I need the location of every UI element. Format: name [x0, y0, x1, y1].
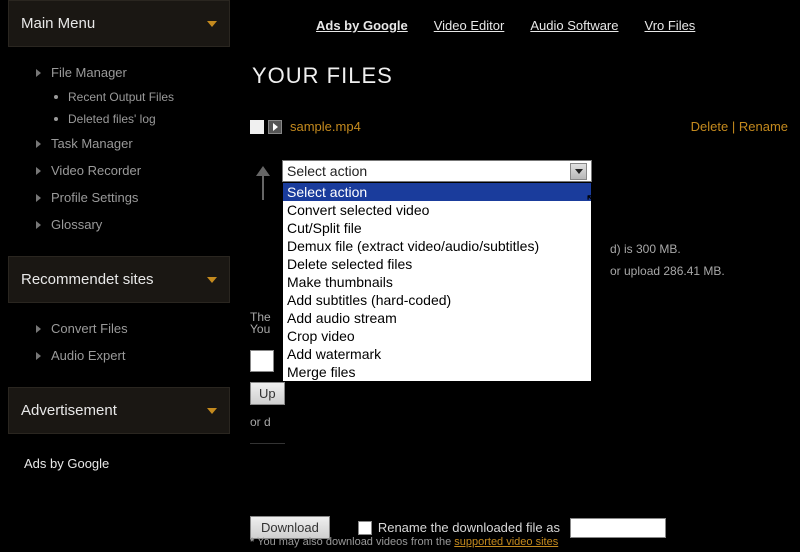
- file-actions: Delete | Rename: [691, 119, 788, 134]
- sidebar-item-video-recorder[interactable]: Video Recorder: [8, 157, 230, 184]
- sidebar-subitem-recent-output[interactable]: Recent Output Files: [8, 86, 230, 108]
- panel-advertisement[interactable]: Advertisement: [8, 387, 230, 434]
- action-dropdown: Select action Convert selected video Cut…: [282, 182, 592, 382]
- footnote: * You may also download videos from the …: [250, 536, 558, 548]
- sidebar-item-profile-settings[interactable]: Profile Settings: [8, 184, 230, 211]
- delete-link[interactable]: Delete: [691, 119, 729, 134]
- select-value: Select action: [287, 163, 367, 179]
- panel-title: Recommendet sites: [21, 271, 154, 288]
- rename-label: Rename the downloaded file as: [378, 520, 560, 535]
- arrow-up-icon: [250, 160, 278, 204]
- rename-checkbox[interactable]: [358, 521, 372, 535]
- sidebar-item-convert-files[interactable]: Convert Files: [8, 315, 230, 342]
- chevron-down-icon: [207, 277, 217, 283]
- chevron-down-icon: [575, 169, 583, 174]
- limit-text-1: d) is 300 MB.: [610, 242, 725, 256]
- sidebar-item-label: Convert Files: [51, 321, 128, 336]
- file-name[interactable]: sample.mp4: [290, 119, 361, 134]
- topbar-link-vro-files[interactable]: Vro Files: [645, 18, 696, 33]
- limit-left-2: You: [250, 322, 285, 336]
- sidebar-item-label: File Manager: [51, 65, 127, 80]
- dropdown-option[interactable]: Convert selected video: [283, 201, 591, 219]
- ads-by-google-side[interactable]: Ads by Google: [8, 446, 230, 471]
- dropdown-option[interactable]: Add audio stream: [283, 309, 591, 327]
- action-select[interactable]: Select action: [282, 160, 592, 182]
- sidebar-item-label: Video Recorder: [51, 163, 141, 178]
- or-download-text: or d: [250, 415, 285, 429]
- triangle-right-icon: [36, 325, 41, 333]
- dropdown-option[interactable]: Select action: [283, 183, 591, 201]
- dropdown-option[interactable]: Make thumbnails: [283, 273, 591, 291]
- panel-main-menu[interactable]: Main Menu: [8, 0, 230, 47]
- triangle-right-icon: [36, 221, 41, 229]
- dropdown-option[interactable]: Add watermark: [283, 345, 591, 363]
- rename-input[interactable]: [570, 518, 666, 538]
- sidebar-item-audio-expert[interactable]: Audio Expert: [8, 342, 230, 369]
- sidebar-item-label: Audio Expert: [51, 348, 125, 363]
- select-dropdown-button[interactable]: [570, 163, 587, 180]
- checkbox-icon[interactable]: [250, 120, 264, 134]
- upload-button[interactable]: Up: [250, 382, 285, 405]
- dropdown-option[interactable]: Delete selected files: [283, 255, 591, 273]
- file-input[interactable]: [250, 350, 274, 372]
- dropdown-option[interactable]: Demux file (extract video/audio/subtitle…: [283, 237, 591, 255]
- divider: [250, 443, 285, 444]
- sidebar-item-label: Task Manager: [51, 136, 133, 151]
- dropdown-option[interactable]: Merge files: [283, 363, 591, 381]
- bullet-icon: [54, 95, 58, 99]
- sidebar-item-file-manager[interactable]: File Manager: [8, 59, 230, 86]
- supported-sites-link[interactable]: supported video sites: [454, 536, 558, 548]
- sidebar-item-label: Deleted files' log: [68, 112, 156, 126]
- cursor-icon: ↖: [585, 190, 598, 208]
- sidebar-item-label: Recent Output Files: [68, 90, 174, 104]
- dropdown-option[interactable]: Crop video: [283, 327, 591, 345]
- sidebar-item-label: Profile Settings: [51, 190, 138, 205]
- dropdown-option[interactable]: Add subtitles (hard-coded): [283, 291, 591, 309]
- sidebar-item-glossary[interactable]: Glossary: [8, 211, 230, 238]
- triangle-right-icon: [36, 69, 41, 77]
- topbar-link-audio-software[interactable]: Audio Software: [530, 18, 618, 33]
- triangle-right-icon: [36, 352, 41, 360]
- page-title: YOUR FILES: [250, 43, 788, 119]
- triangle-right-icon: [36, 167, 41, 175]
- topbar-link-ads[interactable]: Ads by Google: [316, 18, 408, 33]
- sidebar-item-label: Glossary: [51, 217, 102, 232]
- dropdown-option[interactable]: Cut/Split file: [283, 219, 591, 237]
- limit-text-2: or upload 286.41 MB.: [610, 264, 725, 278]
- panel-title: Advertisement: [21, 402, 117, 419]
- panel-recommended-sites[interactable]: Recommendet sites: [8, 256, 230, 303]
- topbar: Ads by Google Video Editor Audio Softwar…: [250, 0, 788, 43]
- rename-checkbox-row: Rename the downloaded file as: [358, 518, 666, 538]
- sidebar-subitem-deleted-log[interactable]: Deleted files' log: [8, 108, 230, 130]
- chevron-down-icon: [207, 408, 217, 414]
- play-icon[interactable]: [268, 120, 282, 134]
- topbar-link-video-editor[interactable]: Video Editor: [434, 18, 505, 33]
- triangle-right-icon: [36, 140, 41, 148]
- panel-title: Main Menu: [21, 15, 95, 32]
- sidebar-item-task-manager[interactable]: Task Manager: [8, 130, 230, 157]
- rename-link[interactable]: Rename: [739, 119, 788, 134]
- chevron-down-icon: [207, 21, 217, 27]
- file-row: sample.mp4 Delete | Rename: [250, 119, 788, 134]
- triangle-right-icon: [36, 194, 41, 202]
- bullet-icon: [54, 117, 58, 121]
